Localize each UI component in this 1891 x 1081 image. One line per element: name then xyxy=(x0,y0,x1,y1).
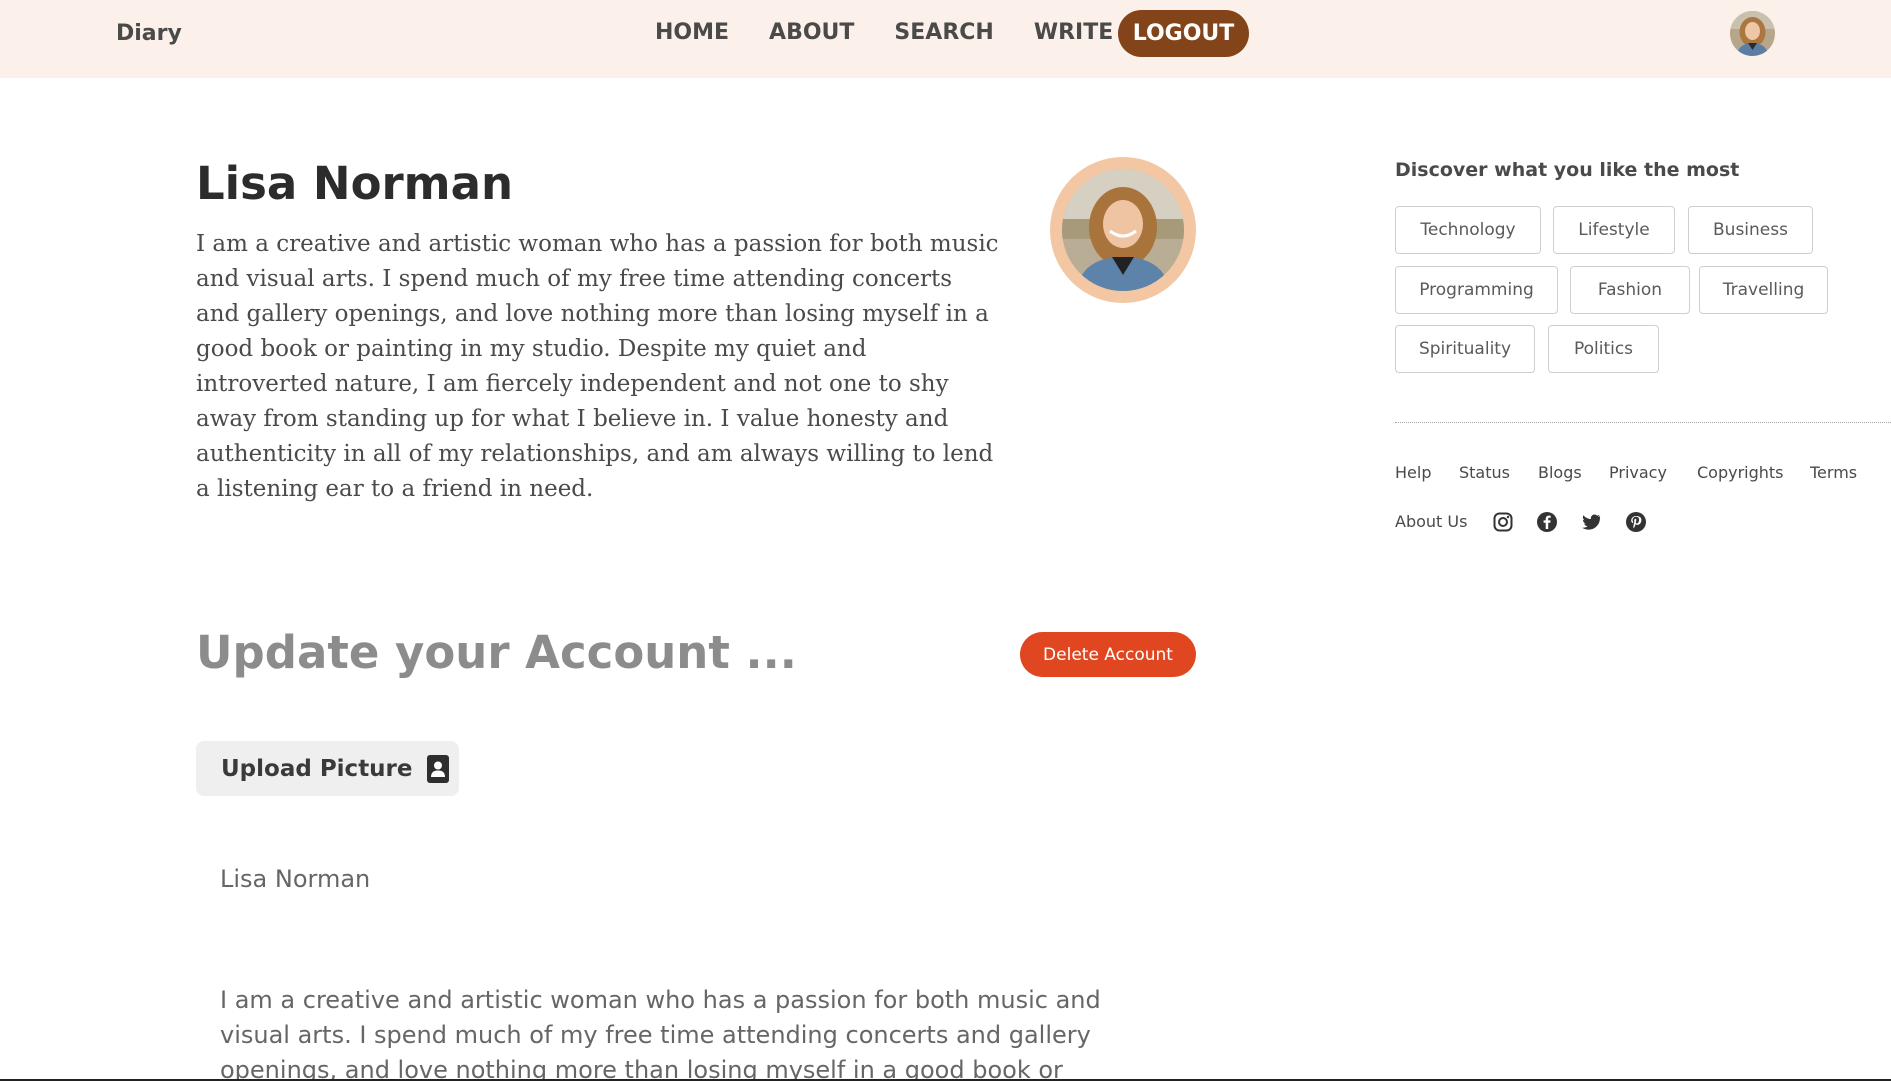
tag-fashion[interactable]: Fashion xyxy=(1570,266,1690,314)
brand-logo[interactable]: Diary xyxy=(116,20,182,48)
sidebar-title: Discover what you like the most xyxy=(1395,159,1740,181)
update-account-title: Update your Account ... xyxy=(196,626,797,679)
contact-card-icon xyxy=(426,754,449,783)
footer-link-help[interactable]: Help xyxy=(1395,461,1431,485)
delete-account-button[interactable]: Delete Account xyxy=(1020,632,1196,677)
nav-about[interactable]: ABOUT xyxy=(769,19,854,47)
tag-technology[interactable]: Technology xyxy=(1395,206,1541,254)
main-nav: HOME ABOUT SEARCH WRITE xyxy=(655,19,1153,47)
instagram-icon[interactable] xyxy=(1492,511,1514,533)
profile-name: Lisa Norman xyxy=(196,157,513,210)
footer-link-terms[interactable]: Terms xyxy=(1810,461,1857,485)
footer-link-status[interactable]: Status xyxy=(1459,461,1510,485)
name-input[interactable] xyxy=(196,858,1096,900)
footer-link-copyrights[interactable]: Copyrights xyxy=(1697,461,1784,485)
tag-lifestyle[interactable]: Lifestyle xyxy=(1553,206,1675,254)
profile-avatar xyxy=(1050,157,1196,303)
nav-home[interactable]: HOME xyxy=(655,19,729,47)
nav-search[interactable]: SEARCH xyxy=(894,19,993,47)
facebook-icon[interactable] xyxy=(1536,511,1558,533)
tag-politics[interactable]: Politics xyxy=(1548,325,1659,373)
pinterest-icon[interactable] xyxy=(1625,511,1647,533)
footer-link-blogs[interactable]: Blogs xyxy=(1538,461,1582,485)
footer-link-privacy[interactable]: Privacy xyxy=(1609,461,1667,485)
upload-picture-button[interactable]: Upload Picture xyxy=(196,741,459,796)
nav-write[interactable]: WRITE xyxy=(1034,19,1113,47)
tag-business[interactable]: Business xyxy=(1688,206,1813,254)
avatar-photo xyxy=(1730,11,1775,56)
tag-programming[interactable]: Programming xyxy=(1395,266,1558,314)
tag-travelling[interactable]: Travelling xyxy=(1699,266,1828,314)
profile-bio: I am a creative and artistic woman who h… xyxy=(196,231,999,502)
profile-photo xyxy=(1062,169,1184,291)
twitter-icon[interactable] xyxy=(1580,511,1602,533)
footer-link-about-us[interactable]: About Us xyxy=(1395,510,1467,534)
top-navbar: Diary HOME ABOUT SEARCH WRITE LOGOUT xyxy=(0,0,1891,78)
user-avatar[interactable] xyxy=(1730,11,1775,56)
tag-spirituality[interactable]: Spirituality xyxy=(1395,325,1535,373)
logout-button[interactable]: LOGOUT xyxy=(1118,10,1249,57)
sidebar-divider xyxy=(1395,422,1891,423)
bio-textarea[interactable]: I am a creative and artistic woman who h… xyxy=(196,983,1136,1081)
upload-picture-label: Upload Picture xyxy=(221,755,413,782)
